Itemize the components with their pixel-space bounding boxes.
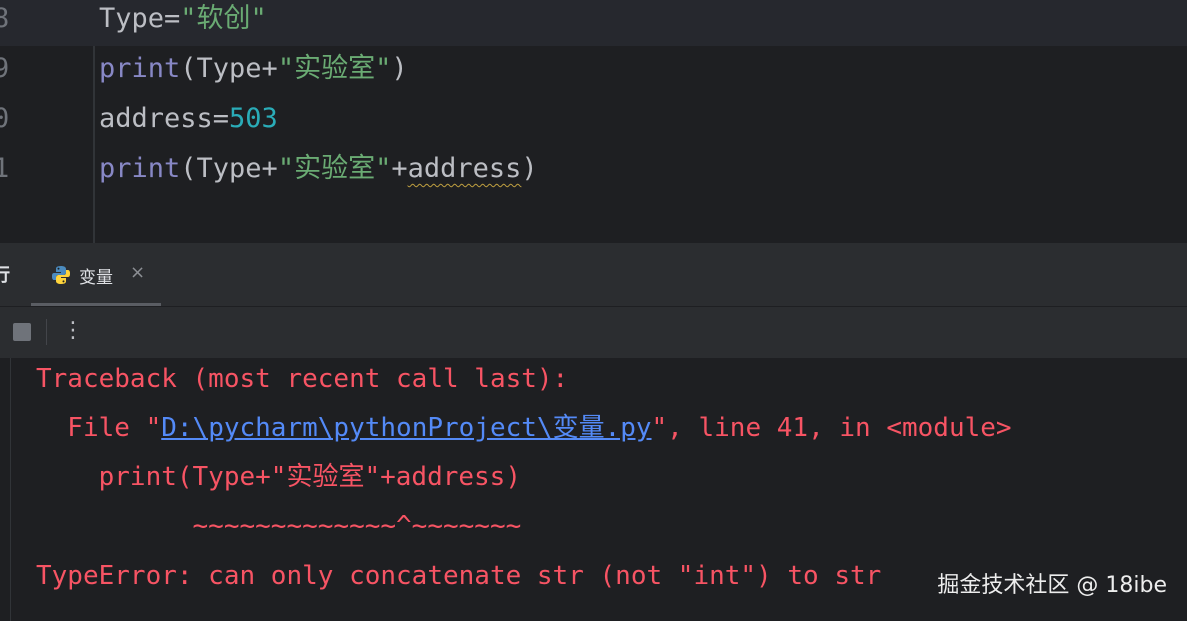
code-line-11[interactable]: 1 print(Type+"实验室"+address)	[0, 148, 1187, 196]
code-text[interactable]: Type="软创"	[99, 0, 267, 40]
function-token: print	[99, 53, 181, 84]
string-token: "实验室"	[277, 153, 392, 184]
string-token: "软创"	[180, 3, 267, 34]
more-vertical-icon[interactable]: ⋮	[62, 317, 84, 345]
console-gutter	[10, 358, 11, 621]
code-token: (Type+	[180, 153, 278, 184]
tab-run-config[interactable]: 变量 ×	[31, 243, 161, 306]
traceback-code-line: print(Type+"实验室"+address)	[36, 462, 521, 492]
code-token: +	[391, 153, 408, 184]
code-token: address=	[99, 103, 230, 134]
python-icon	[51, 265, 71, 285]
run-toolbar: ⋮	[0, 307, 1187, 358]
stop-icon[interactable]	[13, 323, 31, 341]
line-number: 9	[0, 53, 10, 84]
string-token: "实验室"	[277, 53, 392, 84]
close-icon[interactable]: ×	[130, 262, 145, 283]
file-suffix: ", line 41, in <module>	[651, 413, 1012, 443]
active-tab-indicator	[31, 303, 161, 306]
warning-token[interactable]: address	[408, 153, 522, 184]
file-prefix: File "	[36, 413, 162, 443]
line-number: 1	[0, 153, 10, 184]
code-line-10[interactable]: 0 address=503	[0, 98, 1187, 146]
code-line-9[interactable]: 9 print(Type+"实验室")	[0, 48, 1187, 96]
file-path-link[interactable]: D:\pycharm\pythonProject\变量.py	[161, 413, 651, 443]
error-message: TypeError: can only concatenate str (not…	[36, 561, 882, 591]
traceback-caret-line: ~~~~~~~~~~~~~^~~~~~~~	[36, 511, 522, 541]
code-editor[interactable]: 8 Type="软创" 9 print(Type+"实验室") 0 addres…	[0, 0, 1187, 243]
code-token: Type=	[99, 3, 181, 34]
tab-label: 变量	[79, 268, 113, 288]
watermark: 掘金技术社区 @ 18ibe	[937, 573, 1167, 598]
line-number: 0	[0, 103, 10, 134]
code-line-8[interactable]: 8 Type="软创"	[0, 0, 1187, 46]
function-token: print	[99, 153, 181, 184]
code-token: (Type+	[180, 53, 278, 84]
code-token: )	[391, 53, 408, 84]
code-token: )	[521, 153, 538, 184]
toolbar-divider	[46, 319, 47, 345]
code-text[interactable]: address=503	[99, 98, 278, 140]
code-text[interactable]: print(Type+"实验室")	[99, 48, 408, 90]
number-token: 503	[229, 103, 278, 134]
run-tab-bar: 行 变量 ×	[0, 243, 1187, 307]
line-number: 8	[0, 3, 10, 34]
run-tool-label[interactable]: 行	[0, 261, 10, 287]
traceback-header: Traceback (most recent call last):	[36, 364, 569, 394]
code-text[interactable]: print(Type+"实验室"+address)	[99, 148, 538, 190]
traceback-file-line: File "D:\pycharm\pythonProject\变量.py", l…	[36, 409, 1012, 447]
